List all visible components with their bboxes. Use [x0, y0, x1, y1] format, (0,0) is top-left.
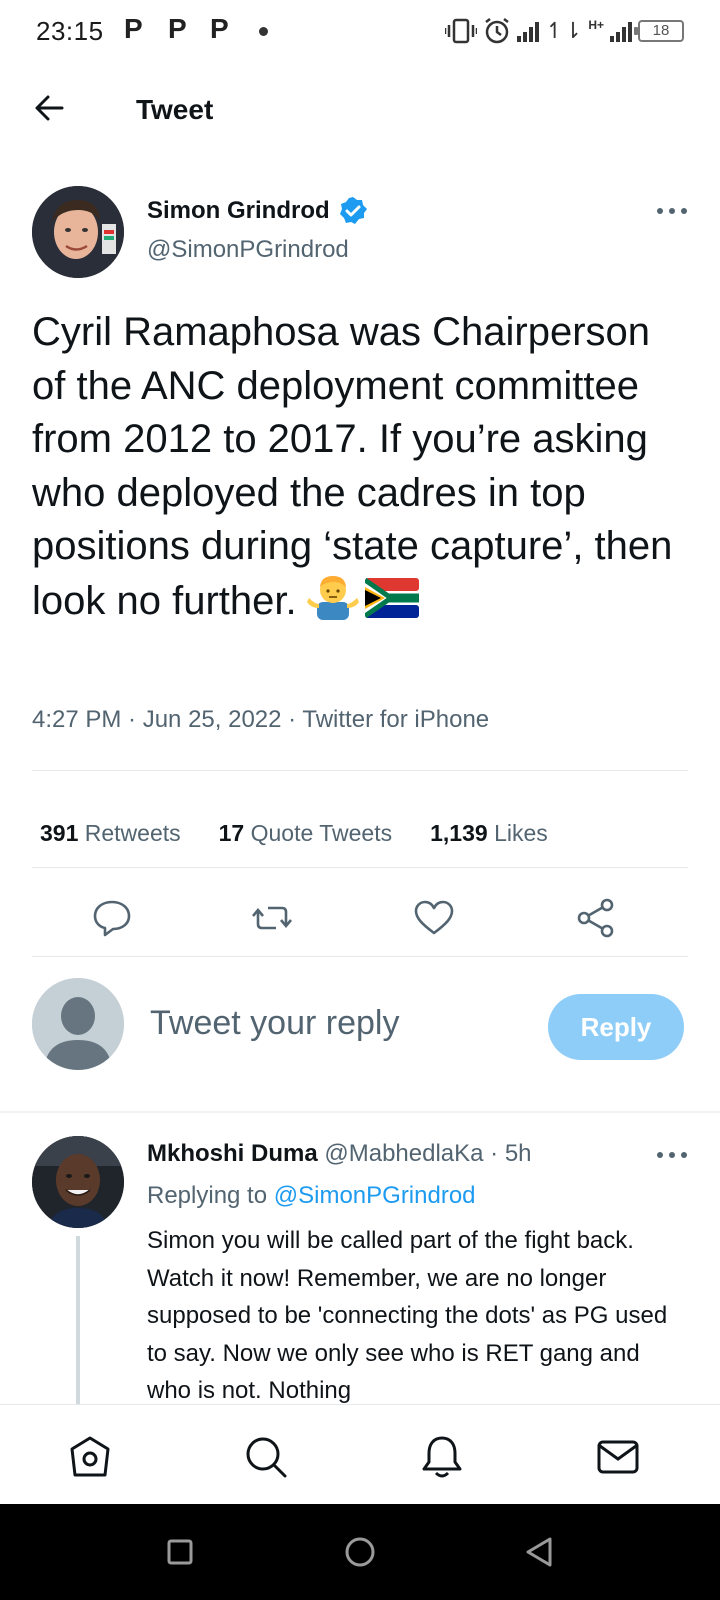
- like-icon[interactable]: [412, 896, 456, 940]
- page-title: Tweet: [136, 94, 214, 125]
- alarm-icon: [485, 18, 510, 44]
- replying-to-link[interactable]: @SimonPGrindrod: [274, 1182, 476, 1209]
- app-header: Tweet: [0, 66, 720, 158]
- likes-count: 1,139: [430, 820, 488, 846]
- author-name[interactable]: Simon Grindrod: [147, 197, 330, 225]
- status-icons: ↿⇂ H+ 18: [445, 14, 684, 48]
- reply-header: Mkhoshi Duma @MabhedlaKa · 5h: [147, 1140, 532, 1168]
- engagement-stats: 391 Retweets 17 Quote Tweets 1,139 Likes: [40, 820, 548, 847]
- section-separator: [0, 1111, 720, 1113]
- more-options-icon[interactable]: [654, 1142, 690, 1168]
- more-notifications-dot: [259, 27, 268, 36]
- home-circle-icon[interactable]: [342, 1534, 378, 1570]
- more-options-icon[interactable]: [654, 198, 690, 224]
- reply-composer: Tweet your reply Reply: [0, 978, 720, 1088]
- likes-stat[interactable]: 1,139 Likes: [430, 820, 548, 847]
- share-icon[interactable]: [574, 896, 618, 940]
- man-shrugging-emoji: [306, 574, 359, 635]
- reply-author-avatar[interactable]: [32, 1136, 124, 1228]
- app-notification-icon: P: [124, 13, 143, 44]
- messages-icon[interactable]: [594, 1433, 642, 1481]
- signal-bars-icon: [610, 20, 632, 42]
- replying-to-prefix: Replying to: [147, 1182, 268, 1209]
- reply-input[interactable]: Tweet your reply: [150, 1004, 399, 1043]
- tweet-actions: [0, 896, 720, 956]
- quote-tweets-count: 17: [218, 820, 245, 846]
- reply-author-name[interactable]: Mkhoshi Duma: [147, 1140, 318, 1167]
- divider: [32, 956, 688, 957]
- recents-icon[interactable]: [162, 1534, 198, 1570]
- retweets-stat[interactable]: 391 Retweets: [40, 820, 181, 847]
- status-time: 23:15: [36, 16, 104, 46]
- verified-badge-icon: [339, 197, 367, 224]
- back-arrow-icon[interactable]: [30, 88, 70, 128]
- notifications-icon[interactable]: [418, 1433, 466, 1481]
- author-name-row: Simon Grindrod: [147, 196, 368, 226]
- status-bar: 23:15 P P P ↿⇂ H+ 18: [0, 0, 720, 66]
- app-notification-icon: P: [210, 13, 229, 44]
- likes-label: Likes: [494, 820, 548, 846]
- reply-author-handle[interactable]: @MabhedlaKa: [324, 1140, 483, 1167]
- retweets-count: 391: [40, 820, 79, 846]
- bottom-navigation: [0, 1404, 720, 1504]
- thread-line: [76, 1236, 80, 1406]
- replying-to: Replying to @SimonPGrindrod: [147, 1182, 476, 1210]
- retweets-label: Retweets: [84, 820, 181, 846]
- quote-tweets-stat[interactable]: 17 Quote Tweets: [219, 820, 392, 847]
- app-notification-icon: P: [168, 13, 187, 44]
- south-africa-flag-emoji: [363, 577, 419, 633]
- signal-bars-icon: [517, 20, 540, 42]
- retweet-icon[interactable]: [250, 896, 294, 940]
- reply-button[interactable]: Reply: [548, 994, 684, 1060]
- divider: [32, 770, 688, 771]
- reply-text: Simon you will be called part of the fig…: [147, 1227, 668, 1404]
- data-transfer-icon: ↿⇂: [545, 18, 583, 43]
- network-type: H+: [588, 18, 604, 32]
- author-handle[interactable]: @SimonPGrindrod: [147, 236, 349, 264]
- tweet-timestamp: 4:27 PM · Jun 25, 2022 · Twitter for iPh…: [32, 706, 490, 733]
- user-avatar[interactable]: [32, 978, 124, 1070]
- vibrate-icon: [445, 18, 478, 44]
- tweet-text: Cyril Ramaphosa was Chairperson of the A…: [32, 306, 692, 634]
- author-avatar[interactable]: [32, 186, 124, 278]
- system-navigation-bar: [0, 1504, 720, 1600]
- home-icon[interactable]: [66, 1433, 114, 1481]
- reply-time: · 5h: [490, 1140, 532, 1167]
- battery-icon: 18: [634, 20, 684, 42]
- back-triangle-icon[interactable]: [522, 1534, 558, 1570]
- comment-icon[interactable]: [90, 896, 134, 940]
- quote-tweets-label: Quote Tweets: [250, 820, 393, 846]
- search-icon[interactable]: [242, 1433, 290, 1481]
- divider: [32, 867, 688, 868]
